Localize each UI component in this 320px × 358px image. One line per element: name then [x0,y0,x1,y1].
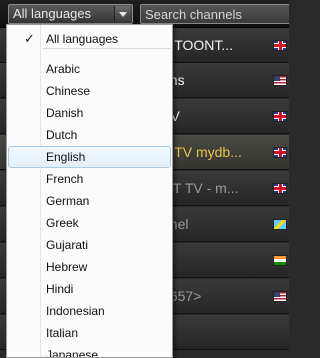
flag-icon [273,40,287,51]
flag-icon [273,255,287,266]
flag-icon [273,183,287,194]
language-option[interactable]: Italian [8,322,171,344]
language-option[interactable]: German [8,190,171,212]
language-option[interactable]: Hebrew [8,256,171,278]
language-option-label: Japanese [46,348,99,358]
language-select[interactable]: All languages [8,4,133,24]
language-option[interactable]: Greek [8,212,171,234]
language-option-label: Hindi [46,282,74,296]
channel-name: GT TV - m... [162,180,239,196]
language-option[interactable]: Danish [8,102,171,124]
language-option-label: Chinese [46,84,91,98]
flag-icon [273,291,287,302]
language-dropdown-menu: ✓ All languages Arabic Chinese Danish Dutch En… [6,24,173,358]
flag-icon [273,75,287,86]
language-option-label: French [46,172,84,186]
language-option-label: Danish [46,106,84,120]
language-option-label: Hebrew [46,260,88,274]
language-option-label: Italian [46,326,79,340]
flag-icon [273,111,287,122]
language-option[interactable]: Dutch [8,124,171,146]
search-channels-input[interactable] [140,4,289,24]
checkmark-icon: ✓ [24,31,35,46]
language-option[interactable]: Arabic [8,58,171,80]
channel-name: Z TV mydb... [162,144,242,160]
language-option-label: Arabic [46,62,81,76]
language-option-label: Gujarati [46,238,89,252]
flag-icon [273,219,287,230]
flag-icon [273,147,287,158]
language-option[interactable]: ✓ All languages [8,28,171,50]
language-select-value: All languages [13,6,92,21]
language-option-label: Dutch [46,128,78,142]
chevron-down-icon[interactable] [114,6,130,22]
language-option[interactable]: English [8,146,171,168]
language-option-label: Greek [46,216,79,230]
language-option[interactable]: Japanese [8,344,171,358]
language-option[interactable]: Hindi [8,278,171,300]
language-option[interactable]: Chinese [8,80,171,102]
language-option-label: Indonesian [46,304,105,318]
language-option[interactable]: Indonesian [8,300,171,322]
language-option-label: All languages [46,32,119,46]
language-option[interactable]: French [8,168,171,190]
language-option-label: English [46,150,86,164]
language-option-label: German [46,194,90,208]
language-option[interactable]: Gujarati [8,234,171,256]
